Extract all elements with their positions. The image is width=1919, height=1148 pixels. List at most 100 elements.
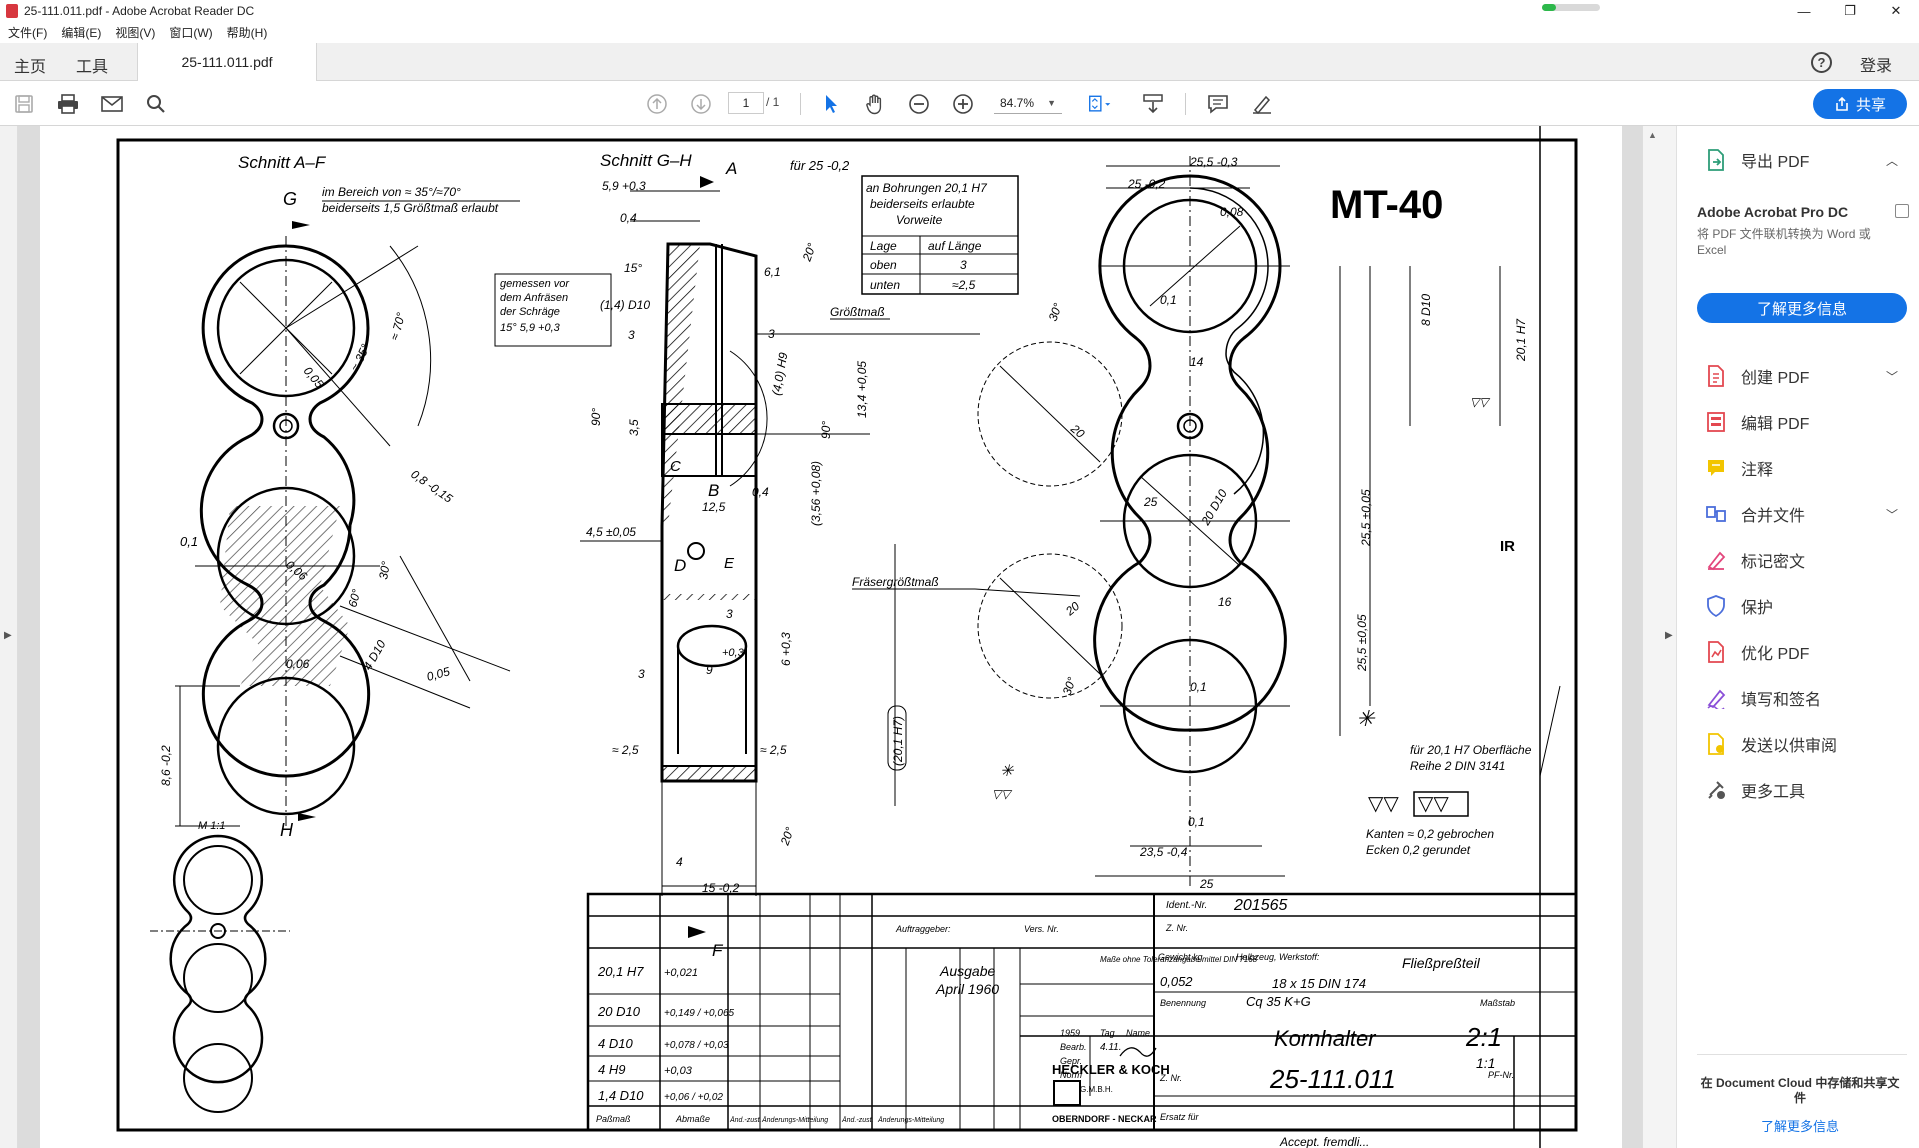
svg-text:20: 20 [1062,599,1082,619]
menu-file[interactable]: 文件(F) [8,24,47,41]
menu-window[interactable]: 窗口(W) [169,24,212,41]
restore-button[interactable]: ❐ [1827,0,1873,22]
gepr-label: Gepr. [1060,1056,1082,1066]
document-cloud-link[interactable]: 了解更多信息 [1697,1116,1903,1135]
toolbar-divider [800,93,801,115]
left-pane-toggle[interactable]: ▶ [0,126,18,1148]
help-icon[interactable]: ? [1811,52,1832,73]
scroll-mode-icon[interactable] [1141,92,1165,116]
close-button[interactable]: ✕ [1873,0,1919,22]
svg-text:0,4: 0,4 [752,485,769,499]
tool-label: 合并文件 [1741,508,1806,525]
page-number-input[interactable]: 1 [728,92,764,114]
minimize-button[interactable]: — [1781,0,1827,22]
svg-text:30°: 30° [1046,301,1065,323]
redact-item[interactable]: 标记密文 [1677,542,1919,578]
menu-view[interactable]: 视图(V) [115,24,155,41]
svg-text:0,05: 0,05 [301,364,327,391]
tol-deviation: +0,149 / +0,065 [664,1008,735,1019]
norm-label: Norm [1060,1070,1083,1080]
save-icon[interactable] [12,92,36,116]
pdf-file-icon [6,4,18,18]
chevron-up-icon[interactable]: ︿ [1886,152,1898,169]
chevron-down-icon: ▼ [1047,97,1056,108]
label-e: E [724,555,735,572]
panel-divider [1697,1054,1907,1055]
highlight-pen-icon[interactable] [1250,92,1274,116]
material-2: Cq 35 K+G [1246,994,1311,1009]
svg-text:4 D10: 4 D10 [360,637,388,672]
scroll-up-icon[interactable]: ▲ [1648,130,1657,140]
export-pdf-icon [1705,149,1727,171]
comment-item[interactable]: 注释 [1677,450,1919,486]
material-1: 18 x 15 DIN 174 [1272,976,1366,991]
scale-value: 2:1 [1465,1022,1502,1052]
vertical-scrollbar[interactable]: ▲ [1642,126,1664,1148]
drawing-number: 25-111.011 [1269,1064,1396,1094]
email-icon[interactable] [100,92,124,116]
bore-table-cell: unten [870,278,900,292]
chevron-down-icon[interactable]: ﹀ [1886,368,1898,385]
znr-label: Z. Nr. [1165,923,1188,933]
fit-page-icon[interactable] [1088,92,1112,116]
select-cursor-icon[interactable] [819,92,843,116]
title-bar: 25-111.011.pdf - Adobe Acrobat Reader DC… [0,0,1919,22]
ausgabe-label: Ausgabe [939,963,995,979]
create-pdf-item[interactable]: 创建 PDF ﹀ [1677,358,1919,394]
tol-deviation: +0,06 / +0,02 [664,1092,723,1103]
share-icon [1836,96,1848,111]
combine-files-item[interactable]: 合并文件 ﹀ [1677,496,1919,532]
page-background [1622,126,1642,1148]
year: 1959 [1060,1028,1080,1038]
share-button[interactable]: 共享 [1813,89,1907,119]
chevron-down-icon[interactable]: ﹀ [1886,506,1898,523]
svg-text:▽▽: ▽▽ [992,787,1013,801]
zoom-in-icon[interactable] [951,92,975,116]
svg-text:0,08: 0,08 [1220,205,1244,219]
protect-item[interactable]: 保护 [1677,588,1919,624]
aend-mitt-label: Änderungs-Mitteilung [761,1116,828,1124]
more-tools-item[interactable]: 更多工具 [1677,772,1919,808]
zoom-select[interactable]: 84.7% ▼ [994,92,1062,114]
company-city: OBERNDORF - NECKAR [1052,1114,1157,1124]
svg-text:25: 25 [1199,877,1214,891]
signature [1119,1047,1157,1057]
right-pane-toggle[interactable]: ▶ [1664,126,1676,1148]
send-review-icon [1705,733,1727,755]
technical-drawing: Schnitt A–F G H 8,6 -0,2 0,1 0,05 0,06 0… [116,126,1578,1148]
menu-help[interactable]: 帮助(H) [227,24,268,41]
print-icon[interactable] [56,92,80,116]
tab-document[interactable]: 25-111.011.pdf [137,43,317,81]
zoom-out-icon[interactable] [907,92,931,116]
optimize-pdf-item[interactable]: 优化 PDF [1677,634,1919,670]
tab-tools[interactable]: 工具 [76,53,108,77]
svg-text:25: 25 [1143,495,1158,509]
tab-home[interactable]: 主页 [14,53,46,77]
svg-text:0,1: 0,1 [1190,680,1207,694]
menu-edit[interactable]: 编辑(E) [61,24,101,41]
tol-deviation: +0,03 [664,1065,693,1077]
search-icon[interactable] [144,92,168,116]
label-g: G [283,189,297,209]
svg-text:16: 16 [1218,595,1232,609]
svg-text:(4,0) H9: (4,0) H9 [769,351,790,396]
window-title: 25-111.011.pdf - Adobe Acrobat Reader DC [24,4,255,18]
svg-text:0,1: 0,1 [1188,815,1205,829]
comment-icon[interactable] [1206,92,1230,116]
hand-tool-icon[interactable] [863,92,887,116]
fill-sign-item[interactable]: 填写和签名 [1677,680,1919,716]
prev-page-icon[interactable] [645,92,669,116]
comment-icon [1705,457,1727,479]
tol-nominal: 4 H9 [598,1062,625,1077]
send-review-item[interactable]: 发送以供审阅 [1677,726,1919,762]
tol-nominal: 20,1 H7 [597,964,644,979]
export-pdf-item[interactable]: 导出 PDF ︿ [1677,142,1919,178]
login-link[interactable]: 登录 [1860,52,1892,76]
next-page-icon[interactable] [689,92,713,116]
edit-pdf-item[interactable]: 编辑 PDF [1677,404,1919,440]
tool-label: 创建 PDF [1741,370,1810,387]
learn-more-button[interactable]: 了解更多信息 [1697,293,1907,323]
edge-note: Kanten ≈ 0,2 gebrochen [1366,827,1494,841]
tool-label: 更多工具 [1741,784,1806,801]
copy-icon[interactable] [1895,204,1909,218]
